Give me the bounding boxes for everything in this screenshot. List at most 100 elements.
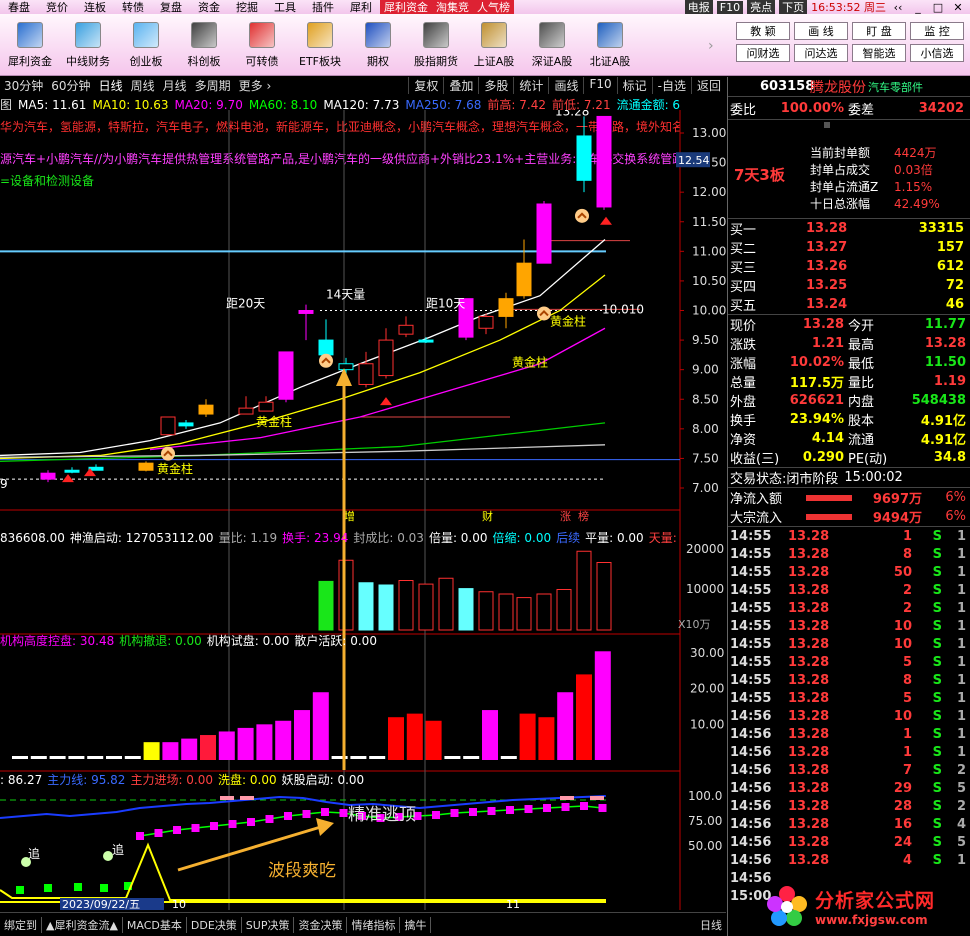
indicator-tab[interactable]: 情绪指标 (347, 916, 401, 933)
stat-row: 总量 117.5万 量比 1.19 (728, 372, 970, 391)
quick-button[interactable]: 问达选 (794, 44, 848, 62)
toolbar-scroll-icon[interactable]: › (708, 38, 714, 54)
bid-row: 买五 13.24 46 (728, 295, 970, 314)
period-tab[interactable]: 60分钟 (47, 77, 94, 94)
candle (298, 310, 314, 314)
chart-action[interactable]: 画线 (548, 77, 583, 94)
toolbar-button[interactable]: 犀利资金 (2, 14, 58, 74)
tick-v: 1 (902, 744, 912, 760)
window-control-icon[interactable]: _ (910, 1, 926, 14)
collapse-icon[interactable] (824, 122, 830, 128)
tick-list[interactable]: 14:55 13.28 1 S 1 14:55 13.28 8 S 1 14:55 13.28 50 S 1… (728, 527, 970, 905)
quick-button[interactable]: 盯 盘 (852, 22, 906, 40)
indicator-tab[interactable]: 擒牛 (400, 916, 432, 933)
menu-item[interactable]: 工具 (266, 0, 304, 14)
volume-bar (576, 550, 592, 631)
indicator-tab[interactable]: MACD基本 (123, 916, 187, 933)
menu-item[interactable]: 犀利 (342, 0, 380, 14)
finance-icon (75, 22, 101, 48)
period-tab[interactable]: 日线 (95, 77, 127, 94)
menu-tag[interactable]: 人气榜 (473, 0, 514, 14)
period-tab[interactable]: 多周期 (191, 77, 235, 94)
chart-action[interactable]: F10 (583, 77, 616, 94)
indicator-value: 后续 (556, 531, 581, 545)
toolbar-button[interactable]: ETF板块 (292, 14, 348, 74)
indicator-value: 主力进场: 0.00 (130, 773, 214, 787)
quick-button[interactable]: 监 控 (910, 22, 964, 40)
menu-right-item[interactable]: F10 (716, 0, 744, 14)
menu-item[interactable]: 连板 (76, 0, 114, 14)
tick-v: 2 (902, 582, 912, 598)
menu-right-item[interactable]: 电报 (684, 0, 713, 14)
seal-row: 当前封单额 4424万 (810, 144, 940, 161)
menu-item[interactable]: 春盘 (0, 0, 38, 14)
candle (258, 401, 274, 412)
menu-item[interactable]: 转债 (114, 0, 152, 14)
window-control-icon[interactable]: ✕ (950, 1, 966, 14)
ind1-bar (406, 713, 423, 760)
quick-button[interactable]: 画 线 (794, 22, 848, 40)
menu-item[interactable]: 插件 (304, 0, 342, 14)
toolbar-button[interactable]: 期权 (350, 14, 406, 74)
toolbar-button[interactable]: 北证A股 (582, 14, 638, 74)
quick-button[interactable]: 问财选 (736, 44, 790, 62)
kline-chart-area[interactable]: 13.0012.5012.0011.5011.0010.5010.009.509… (0, 110, 726, 910)
toolbar-button[interactable]: 创业板 (118, 14, 174, 74)
candle (378, 339, 394, 377)
chart-action[interactable]: 叠加 (443, 77, 478, 94)
indicator-tab[interactable]: 资金决策 (294, 916, 348, 933)
toolbar-button[interactable]: 科创板 (176, 14, 232, 74)
toolbar-button[interactable]: 上证A股 (466, 14, 522, 74)
menu-tag[interactable]: 淘集竞 (432, 0, 473, 14)
toolbar-button[interactable]: 可转债 (234, 14, 290, 74)
indicator-tab[interactable]: ▲犀利资金流▲ (42, 916, 123, 933)
volume-bar (556, 589, 572, 631)
menu-item[interactable]: 资金 (190, 0, 228, 14)
quick-button[interactable]: 智能选 (852, 44, 906, 62)
stat-key: 收益(三) (730, 452, 780, 467)
toolbar-button[interactable]: 中线财务 (60, 14, 116, 74)
tick-z: 5 (956, 834, 966, 850)
window-control-icon[interactable]: ‹‹ (890, 1, 906, 14)
ind1-base-bar (369, 756, 386, 759)
chart-action[interactable]: 统计 (513, 77, 548, 94)
stat-value: 4.14 (811, 431, 844, 446)
period-tab[interactable]: 周线 (127, 77, 159, 94)
toolbar-button[interactable]: 股指期货 (408, 14, 464, 74)
chart-action[interactable]: -自选 (651, 77, 691, 94)
quick-button[interactable]: 教 颖 (736, 22, 790, 40)
menu-right-item[interactable]: 下页 (779, 0, 808, 14)
signal-square (339, 809, 348, 817)
y-tick-label: 10.00 (692, 304, 726, 318)
tick-z: 1 (956, 546, 966, 562)
period-tab[interactable]: 月线 (159, 77, 191, 94)
tick-s: S (932, 816, 942, 832)
menu-tag[interactable]: 犀利资金 (380, 0, 432, 14)
menu-item[interactable]: 复盘 (152, 0, 190, 14)
chart-action[interactable]: 多股 (478, 77, 513, 94)
annotation-level: 10.010 (602, 302, 644, 316)
period-tab[interactable]: 30分钟 (0, 77, 47, 94)
tick-t: 14:56 (730, 834, 772, 850)
tick-p: 13.28 (788, 636, 830, 652)
indicator-tab[interactable]: DDE决策 (187, 916, 242, 933)
quick-button[interactable]: 小信选 (910, 44, 964, 62)
volume-bar (378, 584, 394, 631)
menu-right-item[interactable]: 亮点 (747, 0, 776, 14)
period-tab[interactable]: 更多 › (235, 77, 276, 94)
toolbar: 犀利资金 中线财务 创业板 科创板 可转债 ETF板块 期权 股指期货 上证A股 深证A股 北证A股… (0, 14, 970, 76)
indicator-tab[interactable]: SUP决策 (242, 916, 295, 933)
bid-book: 买一 13.28 33315 买二 13.27 157 买三 13.26 612 买四 13.25 7… (728, 219, 970, 315)
chart-action[interactable]: 标记 (616, 77, 652, 94)
chart-action[interactable]: 返回 (690, 77, 726, 94)
menu-item[interactable]: 挖掘 (228, 0, 266, 14)
indicator-tab[interactable]: 绑定到 (0, 916, 42, 933)
ma-value: 流通金额: 65.18 (616, 98, 680, 110)
chart-action[interactable]: 复权 (408, 77, 443, 94)
toolbar-button[interactable]: 深证A股 (524, 14, 580, 74)
menu-item[interactable]: 竞价 (38, 0, 76, 14)
ind1-base-bar (106, 756, 122, 759)
window-control-icon[interactable]: □ (930, 1, 946, 14)
bj-a-icon (597, 22, 623, 48)
option-icon (365, 22, 391, 48)
